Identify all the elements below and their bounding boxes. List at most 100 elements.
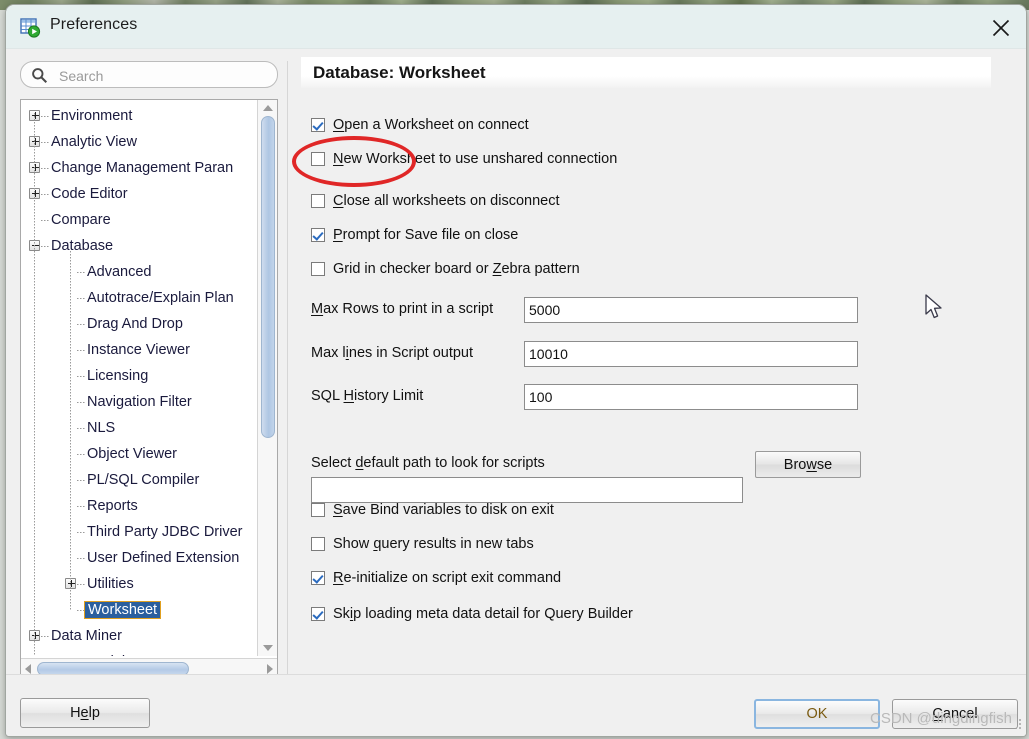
search-icon [31,67,48,89]
tree-connector [77,480,86,481]
checkbox-unchecked-icon[interactable] [311,537,325,551]
tree-item-label: Drag And Drop [87,316,183,332]
tree-item-label: Data Miner [51,628,122,644]
checkbox-checked-icon[interactable] [311,118,325,132]
tree-item-pl-sql-compiler[interactable]: PL/SQL Compiler [21,467,257,493]
tree-item-analytic-view[interactable]: Analytic View [21,129,257,155]
checkbox-row-bottom-3[interactable]: Skip loading meta data detail for Query … [311,606,633,622]
checkbox-checked-icon[interactable] [311,228,325,242]
mnemonic-char: R [333,570,344,586]
tree-item-data-modeler[interactable]: Data Modeler [21,649,257,656]
help-button[interactable]: He lp [20,698,150,728]
checkbox-unchecked-icon[interactable] [311,152,325,166]
tree-vertical-scroll-thumb[interactable] [261,116,275,438]
tree-item-label: Utilities [87,576,134,592]
checkbox-checked-icon[interactable] [311,571,325,585]
cancel-button[interactable]: Cancel [892,699,1018,729]
mnemonic-char: H [343,388,354,404]
tree-item-worksheet[interactable]: Worksheet [21,597,257,623]
tree-item-change-management-paran[interactable]: Change Management Paran [21,155,257,181]
tree-vertical-scrollbar[interactable] [257,100,277,656]
tree-trunk-line [34,113,35,656]
tree-item-drag-and-drop[interactable]: Drag And Drop [21,311,257,337]
close-icon[interactable] [976,5,1026,48]
checkbox-row-top-3[interactable]: Prompt for Save file on close [311,227,518,243]
preferences-dialog: Preferences Environment Analytic View Chan… [5,4,1027,737]
tree-item-data-miner[interactable]: Data Miner [21,623,257,649]
tree-item-reports[interactable]: Reports [21,493,257,519]
tree-connector [77,298,86,299]
settings-tree-viewport: Environment Analytic View Change Managemen… [21,100,257,656]
tree-item-label: Code Editor [51,186,128,202]
default-script-path-input[interactable] [311,477,743,503]
tree-item-nls[interactable]: NLS [21,415,257,441]
checkbox-unchecked-icon[interactable] [311,262,325,276]
tree-item-third-party-jdbc-driver[interactable]: Third Party JDBC Driver [21,519,257,545]
checkbox-label: Show query results in new tabs [333,536,534,552]
checkbox-label: Re-initialize on script exit command [333,570,562,586]
tree-connector [41,194,50,195]
tree-branch-line [70,251,71,610]
ok-button[interactable]: OK [754,699,880,729]
page-title: Database: Worksheet [313,63,486,82]
checkbox-label: Skip loading meta data detail for Query … [333,606,633,622]
tree-item-label: Instance Viewer [87,342,190,358]
checkbox-row-top-4[interactable]: Grid in checker board or Zebra pattern [311,261,580,277]
tree-item-label: NLS [87,420,116,436]
mnemonic-char: S [333,502,343,518]
tree-item-navigation-filter[interactable]: Navigation Filter [21,389,257,415]
tree-item-advanced[interactable]: Advanced [21,259,257,285]
checkbox-label: New Worksheet to use unshared connection [333,151,618,167]
tree-item-label: Licensing [87,368,149,384]
tree-item-database[interactable]: Database [21,233,257,259]
mnemonic-char: C [333,193,344,209]
pane-splitter[interactable] [287,61,292,681]
tree-item-autotrace-explain-plan[interactable]: Autotrace/Explain Plan [21,285,257,311]
checkbox-checked-icon[interactable] [311,607,325,621]
tree-item-user-defined-extension[interactable]: User Defined Extension [21,545,257,571]
field-input-2[interactable] [524,384,858,410]
tree-connector [41,168,50,169]
field-label-2: SQL History Limit [311,388,424,404]
scroll-up-icon[interactable] [263,105,273,111]
tree-item-code-editor[interactable]: Code Editor [21,181,257,207]
field-label-1: Max lines in Script output [311,345,474,361]
tree-item-label: PL/SQL Compiler [87,472,200,488]
scroll-left-icon[interactable] [25,664,31,674]
tree-connector [77,506,86,507]
search-input[interactable] [57,66,267,85]
tree-item-environment[interactable]: Environment [21,103,257,129]
field-input-0[interactable] [524,297,858,323]
checkbox-row-top-2[interactable]: Close all worksheets on disconnect [311,193,560,209]
checkbox-row-top-1[interactable]: New Worksheet to use unshared connection [311,151,617,167]
tree-item-licensing[interactable]: Licensing [21,363,257,389]
tree-connector [77,324,86,325]
checkbox-unchecked-icon[interactable] [311,503,325,517]
checkbox-label: Save Bind variables to disk on exit [333,502,554,518]
tree-item-object-viewer[interactable]: Object Viewer [21,441,257,467]
settings-tree[interactable]: Environment Analytic View Change Managemen… [20,99,278,679]
scroll-right-icon[interactable] [267,664,273,674]
checkbox-row-bottom-0[interactable]: Save Bind variables to disk on exit [311,502,554,518]
tree-item-label: Compare [51,212,111,228]
tree-item-label: Data Modeler [51,654,138,656]
tree-item-label: Database [51,238,114,254]
tree-connector [41,142,50,143]
tree-item-utilities[interactable]: Utilities [21,571,257,597]
scroll-down-icon[interactable] [263,645,273,651]
tree-connector [77,402,86,403]
mnemonic-char: N [333,151,344,167]
checkbox-row-bottom-1[interactable]: Show query results in new tabs [311,536,534,552]
browse-button[interactable]: Bro w se [755,451,861,478]
checkbox-unchecked-icon[interactable] [311,194,325,208]
tree-item-label: Reports [87,498,138,514]
default-script-path-label: Select default path to look for scripts [311,455,545,471]
checkbox-row-top-0[interactable]: Open a Worksheet on connect [311,117,529,133]
field-label-0: Max Rows to print in a script [311,301,494,317]
tree-connector [77,350,86,351]
tree-item-instance-viewer[interactable]: Instance Viewer [21,337,257,363]
tree-item-compare[interactable]: Compare [21,207,257,233]
search-box[interactable] [20,61,278,88]
field-input-1[interactable] [524,341,858,367]
checkbox-row-bottom-2[interactable]: Re-initialize on script exit command [311,570,561,586]
